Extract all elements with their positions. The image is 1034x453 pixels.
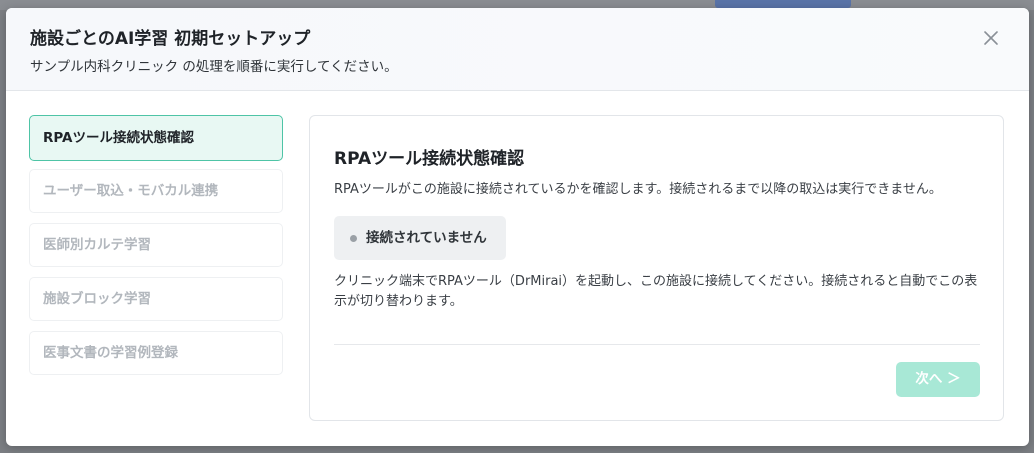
step-label: ユーザー取込・モバカル連携 bbox=[43, 183, 219, 199]
content-title: RPAツール接続状態確認 bbox=[334, 149, 525, 169]
step-facility-block-learning[interactable]: 施設ブロック学習 bbox=[29, 277, 283, 321]
background-button bbox=[715, 0, 851, 8]
step-doctor-chart-learning[interactable]: 医師別カルテ学習 bbox=[29, 223, 283, 267]
connection-status-badge: 接続されていません bbox=[334, 216, 506, 260]
step-user-import[interactable]: ユーザー取込・モバカル連携 bbox=[29, 169, 283, 213]
modal-title: 施設ごとのAI学習 初期セットアップ bbox=[30, 29, 311, 49]
connection-status-text: 接続されていません bbox=[366, 230, 487, 246]
setup-modal: 施設ごとのAI学習 初期セットアップ サンプル内科クリニック の処理を順番に実行… bbox=[6, 8, 1029, 446]
next-button[interactable]: 次へ ＞ bbox=[896, 362, 980, 397]
step-content-panel: RPAツール接続状態確認 RPAツールがこの施設に接続されているかを確認します。… bbox=[309, 115, 1004, 421]
background-page-bottom bbox=[0, 446, 1034, 453]
status-dot-icon bbox=[350, 235, 357, 242]
step-label: 医師別カルテ学習 bbox=[43, 237, 151, 253]
modal-header: 施設ごとのAI学習 初期セットアップ サンプル内科クリニック の処理を順番に実行… bbox=[6, 8, 1029, 91]
content-note: クリニック端末でRPAツール（DrMirai）を起動し、この施設に接続してくださ… bbox=[334, 274, 978, 309]
step-label: 医事文書の学習例登録 bbox=[43, 345, 178, 361]
modal-subtitle: サンプル内科クリニック の処理を順番に実行してください。 bbox=[30, 59, 398, 75]
close-icon bbox=[984, 31, 998, 45]
close-button[interactable] bbox=[981, 28, 1001, 48]
step-label: RPAツール接続状態確認 bbox=[43, 130, 194, 146]
step-medical-document-examples[interactable]: 医事文書の学習例登録 bbox=[29, 331, 283, 375]
step-rpa-connection[interactable]: RPAツール接続状態確認 bbox=[29, 115, 283, 161]
content-description: RPAツールがこの施設に接続されているかを確認します。接続されるまで以降の取込は… bbox=[334, 182, 942, 197]
divider bbox=[334, 344, 980, 345]
step-label: 施設ブロック学習 bbox=[43, 291, 151, 307]
